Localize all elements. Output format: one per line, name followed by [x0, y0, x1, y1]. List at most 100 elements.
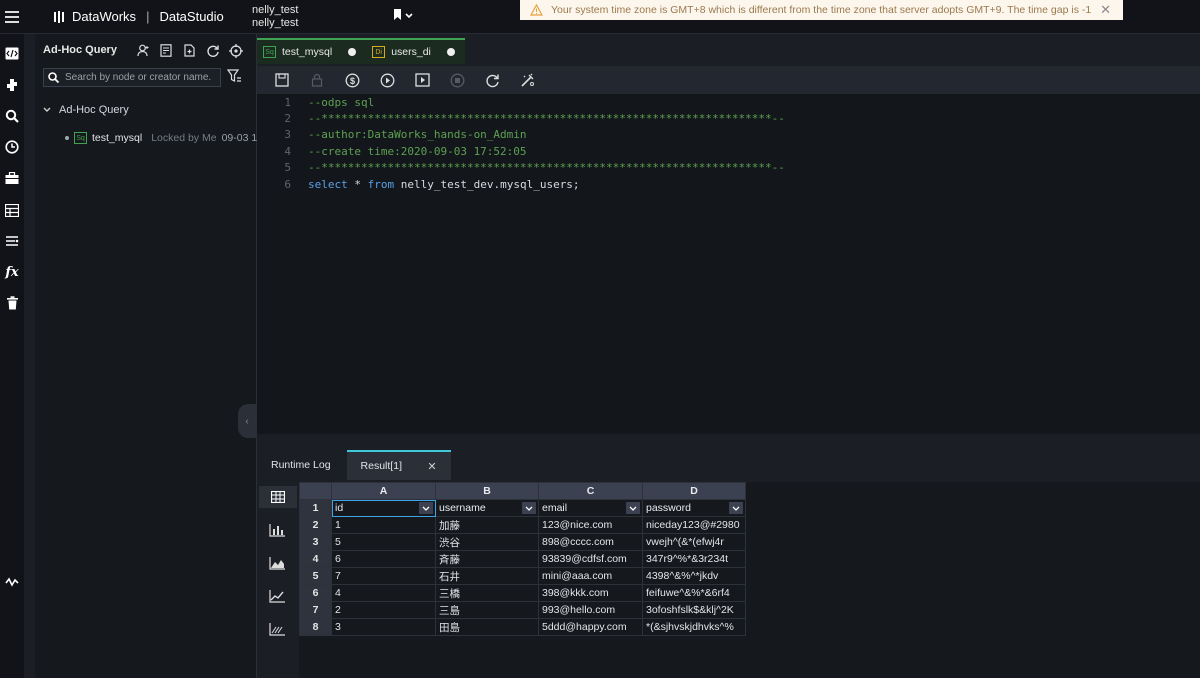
table-cell[interactable]: 3: [331, 618, 436, 636]
code-editor[interactable]: 1 2 3 4 5 6 --odps sql --***************…: [257, 94, 1200, 434]
search-icon[interactable]: [3, 107, 21, 125]
bar-chart-icon[interactable]: [267, 521, 287, 539]
table-cell[interactable]: mini@aaa.com: [538, 567, 643, 585]
tab-test-mysql[interactable]: Sq test_mysql: [257, 38, 367, 64]
user-icon[interactable]: [135, 42, 152, 59]
format-icon[interactable]: [518, 71, 536, 89]
tab-result[interactable]: Result[1] ✕: [346, 450, 451, 480]
tree-folder-adhoc[interactable]: Ad-Hoc Query: [43, 104, 129, 116]
row-number[interactable]: 2: [299, 516, 332, 534]
table-cell[interactable]: 93839@cdfsf.com: [538, 550, 643, 568]
table-cell[interactable]: 4: [331, 584, 436, 602]
table-cell[interactable]: 田島: [435, 618, 539, 636]
row-number[interactable]: 5: [299, 567, 332, 585]
tab-users-di[interactable]: Di users_di: [366, 38, 465, 64]
row-number[interactable]: 1: [299, 499, 332, 517]
table-cell[interactable]: *(&sjhvskjdhvks^%: [642, 618, 746, 636]
clock-icon[interactable]: [3, 138, 21, 156]
table-cell[interactable]: 石井: [435, 567, 539, 585]
scatter-chart-icon[interactable]: [267, 620, 287, 638]
components-icon[interactable]: [3, 76, 21, 94]
tab-runtime-log[interactable]: Runtime Log: [257, 450, 345, 480]
row-number[interactable]: 6: [299, 584, 332, 602]
reload-icon[interactable]: [483, 71, 501, 89]
workspace-selector[interactable]: nelly_test nelly_test: [252, 4, 298, 30]
document-icon[interactable]: [158, 42, 175, 59]
table-cell[interactable]: 398@kkk.com: [538, 584, 643, 602]
column-header-username[interactable]: username: [435, 499, 539, 517]
table-cell[interactable]: 993@hello.com: [538, 601, 643, 619]
search-input[interactable]: [65, 72, 215, 83]
row-number[interactable]: 4: [299, 550, 332, 568]
table-cell[interactable]: 347r9^%*&3r234t: [642, 550, 746, 568]
search-box[interactable]: [43, 68, 221, 87]
menu-icon[interactable]: [0, 0, 24, 34]
row-number[interactable]: 3: [299, 533, 332, 551]
table-cell[interactable]: 1: [331, 516, 436, 534]
table-cell[interactable]: 三島: [435, 601, 539, 619]
tree-node-test-mysql[interactable]: Sq test_mysql Locked by Me 09-03 17: [65, 132, 263, 144]
column-letter[interactable]: C: [538, 482, 643, 500]
row-number[interactable]: 8: [299, 618, 332, 636]
column-header-email[interactable]: email: [538, 499, 643, 517]
table-view-icon[interactable]: [259, 486, 297, 508]
column-letter[interactable]: A: [331, 482, 436, 500]
new-file-icon[interactable]: [181, 42, 198, 59]
table-icon[interactable]: [3, 201, 21, 219]
table-cell[interactable]: 加藤: [435, 516, 539, 534]
column-letter[interactable]: D: [642, 482, 746, 500]
line-chart-icon[interactable]: [267, 587, 287, 605]
save-icon[interactable]: [273, 71, 291, 89]
table-cell[interactable]: feifuwe^&%*&6rf4: [642, 584, 746, 602]
unsaved-dot[interactable]: [446, 48, 455, 56]
di-node-icon: Di: [372, 46, 386, 58]
locate-icon[interactable]: [227, 42, 244, 59]
table-cell[interactable]: 斉藤: [435, 550, 539, 568]
table-cell[interactable]: 3ofoshfslk$&klj^2K: [642, 601, 746, 619]
table-cell[interactable]: 5: [331, 533, 436, 551]
column-header-password[interactable]: password: [642, 499, 746, 517]
refresh-icon[interactable]: [204, 42, 221, 59]
chevron-down-icon[interactable]: [522, 502, 536, 514]
editor-toolbar: $: [257, 66, 1200, 94]
code-line: select * from nelly_test_dev.mysql_users…: [308, 178, 580, 191]
function-icon[interactable]: fx: [3, 263, 21, 281]
table-cell[interactable]: 5ddd@happy.com: [538, 618, 643, 636]
briefcase-icon[interactable]: [3, 169, 21, 187]
run-with-params-icon[interactable]: [413, 71, 431, 89]
table-cell[interactable]: vwejh^(&*(efwj4r: [642, 533, 746, 551]
table-cell[interactable]: 898@cccc.com: [538, 533, 643, 551]
table-cell[interactable]: 7: [331, 567, 436, 585]
chevron-down-icon[interactable]: [626, 502, 640, 514]
table-row: 7 2 三島 993@hello.com 3ofoshfslk$&klj^2K: [299, 601, 746, 619]
unsaved-dot[interactable]: [348, 48, 357, 56]
close-icon[interactable]: ✕: [427, 460, 436, 473]
table-cell[interactable]: 4398^&%^*jkdv: [642, 567, 746, 585]
operations-icon[interactable]: [3, 573, 21, 591]
bookmark-dropdown[interactable]: [392, 8, 414, 27]
trash-icon[interactable]: [3, 294, 21, 312]
code-line: --author:DataWorks_hands-on_Admin: [308, 128, 527, 141]
column-letter[interactable]: B: [435, 482, 539, 500]
filter-icon[interactable]: [226, 69, 242, 88]
close-icon[interactable]: ✕: [1100, 2, 1111, 18]
code-icon[interactable]: [3, 44, 21, 62]
table-cell[interactable]: 渋谷: [435, 533, 539, 551]
chevron-down-icon[interactable]: [419, 502, 433, 514]
brand[interactable]: DataWorks | DataStudio: [52, 9, 224, 24]
list-icon[interactable]: [3, 232, 21, 250]
collapse-panel-handle[interactable]: ‹: [238, 404, 256, 438]
run-icon[interactable]: [378, 71, 396, 89]
table-cell[interactable]: 三橋: [435, 584, 539, 602]
table-cell[interactable]: 6: [331, 550, 436, 568]
table-cell[interactable]: 123@nice.com: [538, 516, 643, 534]
cost-estimate-icon[interactable]: $: [343, 71, 361, 89]
grid-corner[interactable]: [299, 482, 332, 500]
chevron-down-icon[interactable]: [729, 502, 743, 514]
table-cell[interactable]: niceday123@#2980: [642, 516, 746, 534]
area-chart-icon[interactable]: [267, 554, 287, 572]
row-number[interactable]: 7: [299, 601, 332, 619]
table-cell[interactable]: 2: [331, 601, 436, 619]
column-header-id[interactable]: id: [331, 499, 436, 517]
sql-keyword: from: [367, 178, 395, 191]
